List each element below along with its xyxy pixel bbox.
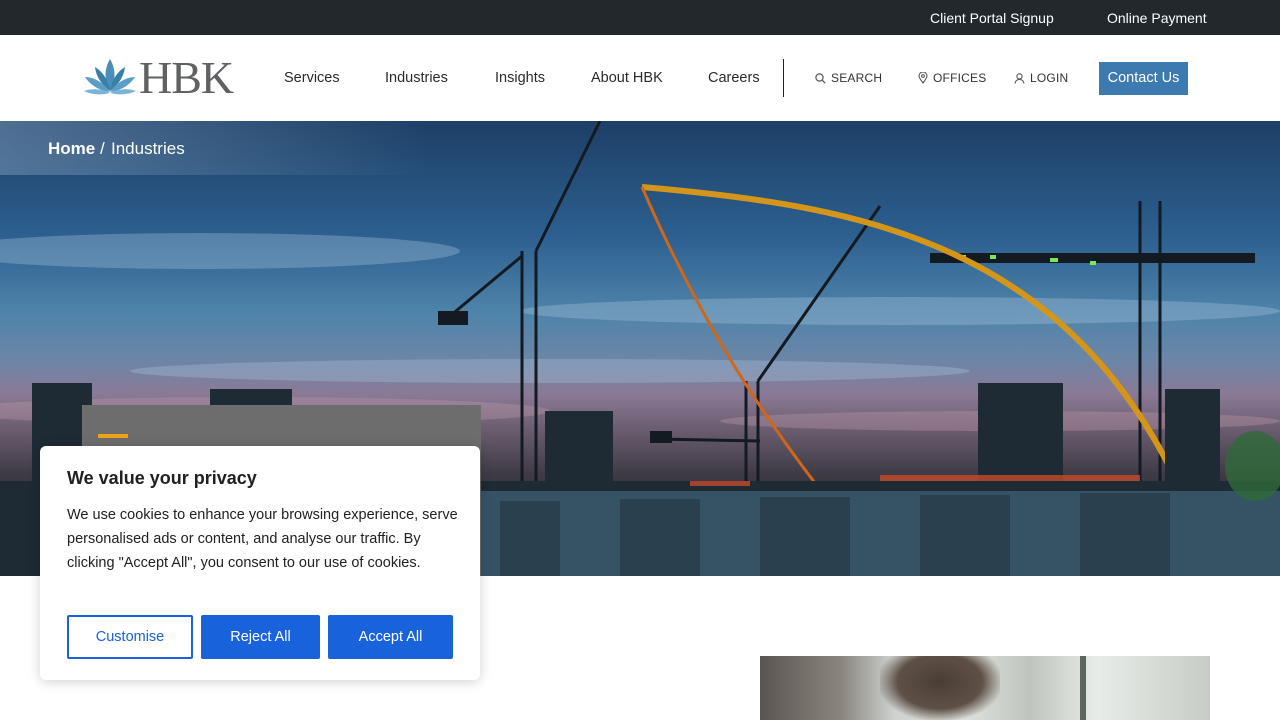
contact-us-button[interactable]: Contact Us: [1099, 62, 1188, 95]
content-photo: [760, 656, 1210, 720]
breadcrumb: Home / Industries: [0, 121, 430, 175]
search-link[interactable]: SEARCH: [815, 71, 882, 85]
cookie-title: We value your privacy: [67, 468, 257, 488]
cookie-consent-dialog: We value your privacy We use cookies to …: [40, 446, 480, 680]
lotus-icon: [84, 59, 136, 95]
nav-industries[interactable]: Industries: [385, 70, 448, 86]
offices-link[interactable]: OFFICES: [918, 71, 986, 85]
client-portal-signup-link[interactable]: Client Portal Signup: [930, 10, 1054, 26]
logo-text: HBK: [139, 52, 234, 103]
offices-label: OFFICES: [933, 71, 987, 85]
nav-insights[interactable]: Insights: [495, 70, 545, 86]
accept-all-button[interactable]: Accept All: [328, 615, 453, 659]
hbk-logo[interactable]: HBK: [82, 55, 242, 101]
nav-about-hbk[interactable]: About HBK: [591, 70, 663, 86]
breadcrumb-home-link[interactable]: Home: [48, 139, 95, 159]
photo-window-frame: [1080, 656, 1086, 720]
photo-person-silhouette: [880, 656, 1000, 720]
online-payment-link[interactable]: Online Payment: [1107, 10, 1207, 26]
customise-button[interactable]: Customise: [67, 615, 193, 659]
cookie-description: We use cookies to enhance your browsing …: [67, 507, 458, 571]
top-utility-bar: Client Portal Signup Online Payment: [0, 0, 1280, 35]
breadcrumb-current: Industries: [111, 139, 185, 158]
login-link[interactable]: LOGIN: [1014, 71, 1068, 85]
nav-careers[interactable]: Careers: [708, 70, 760, 86]
location-pin-icon: [918, 72, 928, 84]
breadcrumb-separator: /: [100, 139, 105, 158]
title-accent-bar: [98, 434, 128, 438]
search-label: SEARCH: [831, 71, 883, 85]
user-icon: [1014, 73, 1025, 84]
site-header: HBK Services Industries Insights About H…: [0, 35, 1280, 121]
nav-services[interactable]: Services: [284, 70, 340, 86]
login-label: LOGIN: [1030, 71, 1069, 85]
reject-all-button[interactable]: Reject All: [201, 615, 320, 659]
search-icon: [815, 73, 826, 84]
nav-divider: [783, 59, 784, 97]
